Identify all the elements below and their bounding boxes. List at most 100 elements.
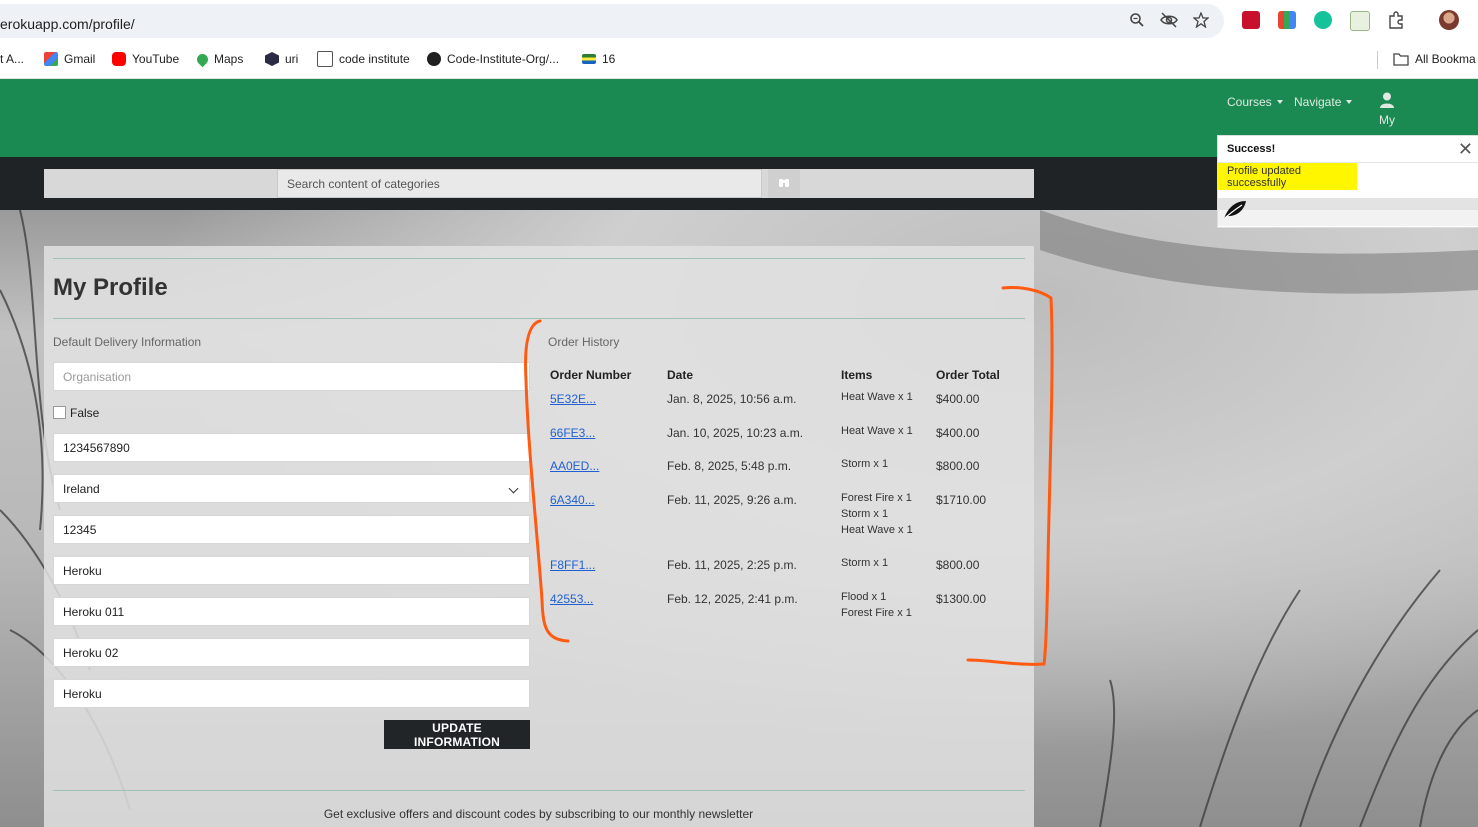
order-number-link[interactable]: AA0ED... [550, 459, 599, 473]
header-items: Items [841, 368, 873, 382]
url-text[interactable]: erokuapp.com/profile/ [0, 16, 135, 32]
nav-courses[interactable]: Courses [1227, 95, 1283, 109]
maps-icon [194, 51, 211, 67]
bookmark-github[interactable]: Code-Institute-Org/... [427, 50, 559, 68]
uri-icon [265, 52, 279, 66]
order-item: Heat Wave x 1 [841, 524, 913, 536]
zoom-icon[interactable] [1129, 12, 1145, 28]
update-information-button[interactable]: UPDATE INFORMATION [384, 720, 530, 749]
divider-title [53, 318, 1025, 319]
color-extension-icon[interactable] [1278, 11, 1296, 29]
order-date: Feb. 11, 2025, 2:25 p.m. [667, 558, 797, 572]
pdf-extension-icon[interactable] [1242, 11, 1260, 29]
town-field[interactable]: Heroku [53, 556, 530, 585]
address-line1-field[interactable]: Heroku 011 [53, 597, 530, 626]
header-date: Date [667, 368, 694, 382]
account-label: My [1379, 113, 1395, 127]
order-total: $400.00 [936, 392, 980, 406]
eye-off-icon[interactable] [1160, 12, 1178, 28]
order-item: Forest Fire x 1 [841, 492, 912, 504]
order-item: Flood x 1 [841, 591, 887, 603]
delivery-info-label: Default Delivery Information [53, 335, 202, 349]
leaf-logo-icon [1223, 201, 1246, 220]
toast-title: Success! [1227, 143, 1276, 155]
nav-navigate[interactable]: Navigate [1294, 95, 1353, 109]
bookmark-maps[interactable]: Maps [194, 50, 243, 68]
checkbox-label: False [70, 406, 100, 420]
nav-courses-label: Courses [1227, 95, 1272, 109]
bookmark-uri[interactable]: uri [265, 50, 298, 68]
order-item: Storm x 1 [841, 508, 889, 520]
order-number-link[interactable]: 42553... [550, 592, 593, 606]
gmail-icon [44, 52, 58, 66]
bookmark-gmail[interactable]: Gmail [44, 50, 95, 68]
all-bookmarks[interactable]: All Bookma [1393, 50, 1476, 68]
grammarly-icon[interactable] [1314, 11, 1332, 29]
default-checkbox[interactable] [53, 406, 66, 419]
country-select[interactable]: Ireland [53, 474, 530, 503]
nav-navigate-label: Navigate [1294, 95, 1342, 109]
all-bookmarks-label: All Bookma [1415, 52, 1476, 66]
toast-message: Profile updated successfully [1218, 163, 1357, 190]
order-item: Heat Wave x 1 [841, 391, 913, 403]
order-number-link[interactable]: F8FF1... [550, 558, 595, 572]
bookmark-label: t A... [0, 52, 25, 66]
chevron-down-icon [508, 483, 519, 494]
success-toast: Success! ✕ Profile updated successfully [1217, 135, 1478, 228]
organisation-field[interactable]: Organisation [53, 362, 530, 391]
close-icon[interactable]: ✕ [1458, 140, 1473, 158]
bookmark-label: code institute [339, 52, 410, 66]
postcode-field[interactable]: 12345 [53, 515, 530, 544]
bookmark-label: 16 [602, 52, 616, 66]
order-date: Jan. 8, 2025, 10:56 a.m. [667, 392, 797, 406]
folder-icon [1393, 53, 1409, 66]
nav-account[interactable]: My [1378, 92, 1396, 127]
order-item: Heat Wave x 1 [841, 425, 913, 437]
order-total: $1710.00 [936, 493, 987, 507]
order-item: Storm x 1 [841, 458, 889, 470]
order-total: $400.00 [936, 426, 980, 440]
order-date: Jan. 10, 2025, 10:23 a.m. [667, 426, 804, 440]
bookmark-item[interactable]: t A... [0, 50, 24, 68]
header-order-total: Order Total [936, 368, 1000, 382]
phone-number-field[interactable]: 1234567890 [53, 433, 530, 462]
order-history-label: Order History [548, 335, 620, 349]
bookmarks-bar: t A... Gmail YouTube Maps uri code insti… [0, 42, 1478, 79]
bookmark-label: Code-Institute-Org/... [447, 52, 560, 66]
extensions-puzzle-icon[interactable] [1387, 11, 1405, 29]
order-total: $1300.00 [936, 592, 987, 606]
address-bar[interactable]: erokuapp.com/profile/ [0, 4, 1224, 38]
sheet-extension-icon[interactable] [1350, 11, 1370, 31]
order-total: $800.00 [936, 558, 980, 572]
bookmark-16[interactable]: 16 [582, 50, 615, 68]
divider-top [53, 258, 1025, 259]
order-date: Feb. 12, 2025, 2:41 p.m. [667, 592, 798, 606]
order-number-link[interactable]: 5E32E... [550, 392, 596, 406]
bookmark-label: uri [285, 52, 299, 66]
country-value: Ireland [63, 481, 100, 496]
caret-down-icon [1276, 100, 1283, 104]
search-input[interactable] [277, 169, 762, 198]
header-order-number: Order Number [550, 368, 632, 382]
code-institute-icon [317, 51, 333, 67]
bookmark-code-institute[interactable]: code institute [317, 50, 410, 68]
binoculars-icon [779, 179, 789, 187]
order-item: Storm x 1 [841, 557, 889, 569]
bookmark-label: Gmail [64, 52, 96, 66]
newsletter-text: Get exclusive offers and discount codes … [323, 807, 754, 821]
address-line2-field[interactable]: Heroku 02 [53, 638, 530, 667]
page-title: My Profile [53, 274, 168, 301]
order-number-link[interactable]: 6A340... [550, 493, 595, 507]
github-icon [427, 52, 441, 66]
toast-progress-bar [1218, 198, 1478, 210]
county-field[interactable]: Heroku [53, 679, 530, 708]
user-icon [1380, 92, 1394, 108]
profile-avatar[interactable] [1439, 10, 1459, 30]
youtube-icon [112, 52, 126, 66]
search-button[interactable] [768, 169, 800, 198]
bookmark-separator [1377, 51, 1378, 69]
bookmark-youtube[interactable]: YouTube [112, 50, 179, 68]
order-number-link[interactable]: 66FE3... [550, 426, 595, 440]
star-icon[interactable] [1193, 12, 1209, 28]
flag-icon [582, 54, 596, 64]
